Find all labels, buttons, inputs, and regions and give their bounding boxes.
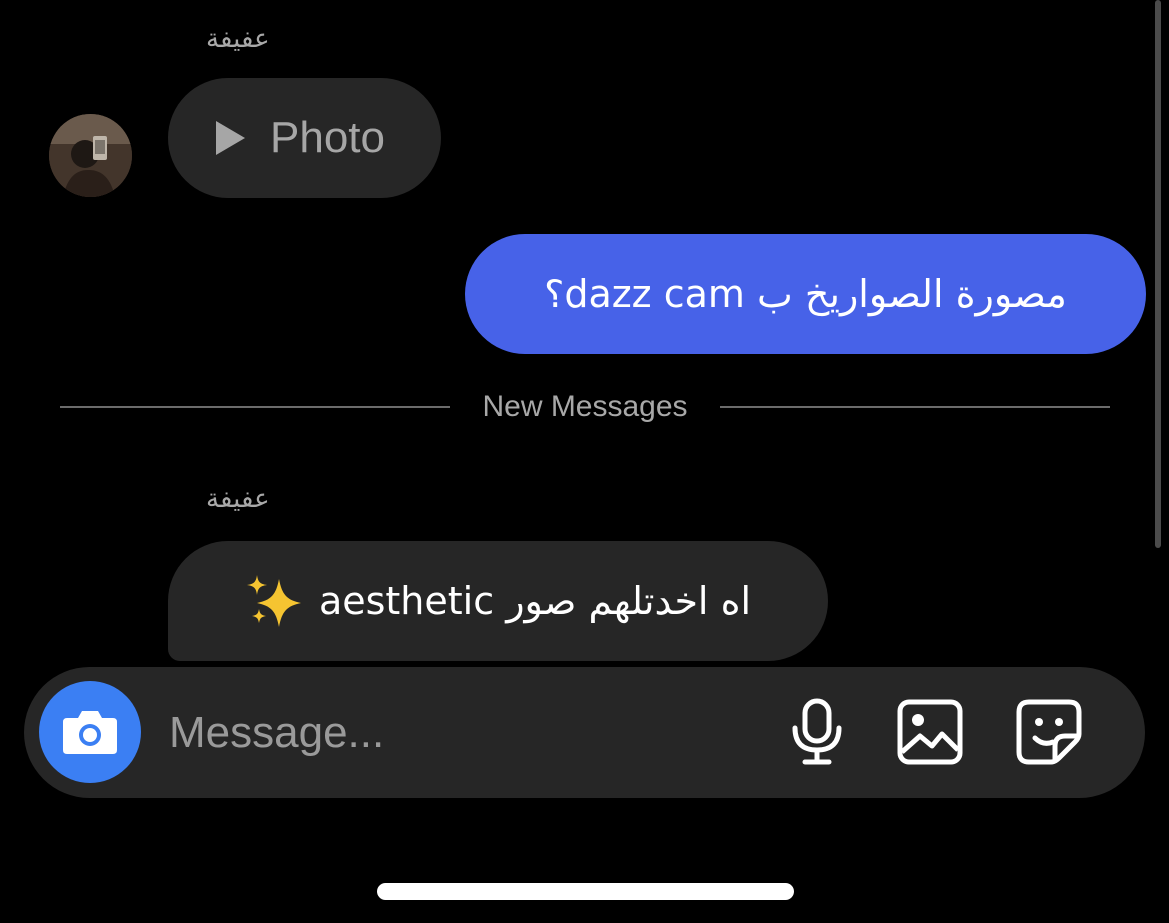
microphone-button[interactable] <box>782 697 852 767</box>
incoming-message-bubble[interactable]: اه اخدتلهم صور aesthetic <box>168 541 828 661</box>
message-text: اه اخدتلهم صور aesthetic <box>318 579 752 623</box>
microphone-icon <box>792 698 842 765</box>
message-input[interactable] <box>169 705 729 761</box>
sender-name: عفيفة <box>206 24 270 54</box>
avatar[interactable] <box>49 114 132 197</box>
camera-icon <box>63 711 117 754</box>
avatar-image <box>49 114 132 197</box>
home-indicator[interactable] <box>377 883 794 900</box>
play-icon[interactable] <box>212 118 248 158</box>
divider-label: New Messages <box>482 390 688 423</box>
gallery-button[interactable] <box>895 697 965 767</box>
sticker-icon <box>1016 699 1082 765</box>
camera-button[interactable] <box>39 681 141 783</box>
sender-name: عفيفة <box>206 484 270 514</box>
outgoing-message-bubble[interactable]: مصورة الصواريخ ب dazz cam؟ <box>465 234 1146 354</box>
media-label: Photo <box>270 113 385 162</box>
divider-line-right <box>719 406 1111 408</box>
gallery-icon <box>897 699 963 765</box>
divider-line-left <box>60 406 451 408</box>
message-text: مصورة الصواريخ ب dazz cam؟ <box>544 272 1067 316</box>
scrollbar[interactable] <box>1155 0 1161 548</box>
sticker-button[interactable] <box>1014 697 1084 767</box>
message-composer <box>24 667 1145 798</box>
video-message-bubble[interactable]: Photo <box>168 78 441 198</box>
sparkles-icon <box>246 575 301 627</box>
new-messages-divider: New Messages <box>60 388 1111 426</box>
